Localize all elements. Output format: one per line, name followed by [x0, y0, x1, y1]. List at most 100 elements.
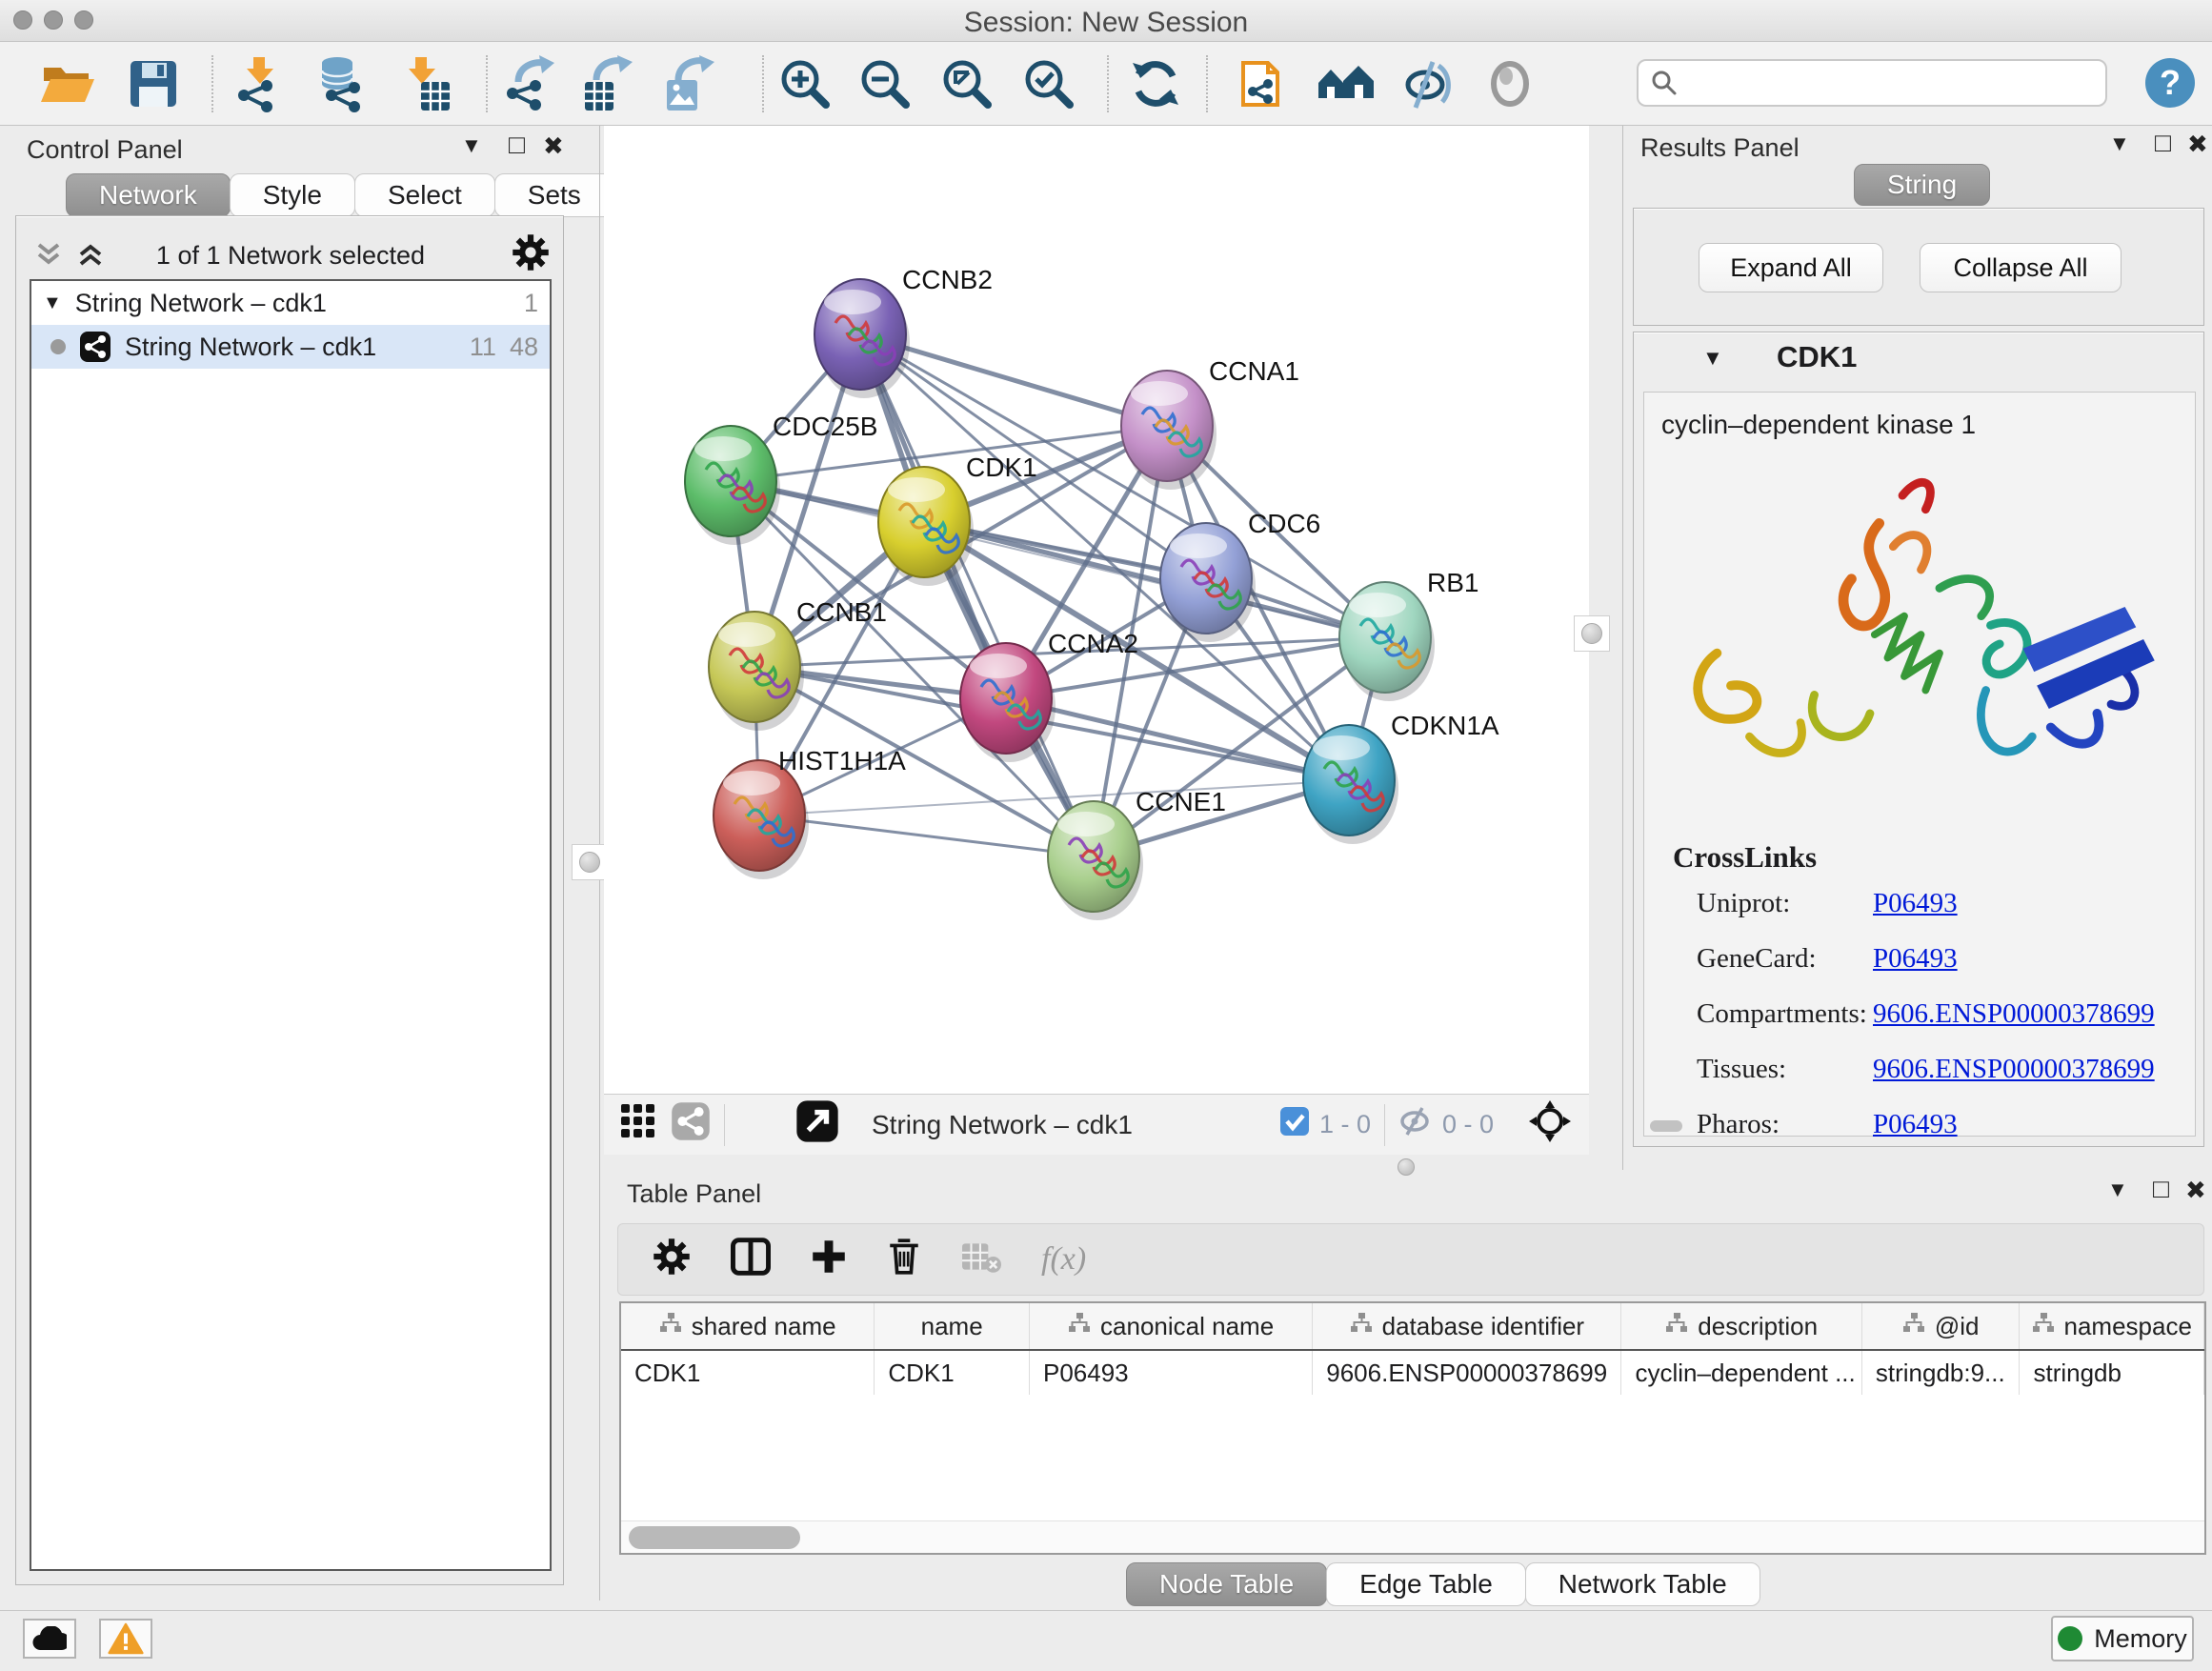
network-node-CCNA2[interactable]: [960, 643, 1056, 762]
export-table-button[interactable]: [577, 53, 640, 114]
network-node-RB1[interactable]: [1339, 582, 1435, 701]
table-cell[interactable]: CDK1: [621, 1351, 875, 1395]
warnings-button[interactable]: [99, 1619, 152, 1659]
import-table-file-button[interactable]: [394, 53, 457, 114]
column-header-namespace[interactable]: namespace: [2020, 1303, 2204, 1349]
grab-dot-icon: [579, 852, 600, 873]
hidden-toggle[interactable]: [1398, 1105, 1435, 1144]
crosslink-link[interactable]: 9606.ENSP00000378699: [1873, 1054, 2155, 1085]
table-cell[interactable]: P06493: [1030, 1351, 1313, 1395]
column-header-@id[interactable]: @id: [1862, 1303, 2021, 1349]
column-header-database-identifier[interactable]: database identifier: [1313, 1303, 1621, 1349]
tab-node-table[interactable]: Node Table: [1126, 1562, 1327, 1606]
delete-table-button[interactable]: [961, 1239, 1001, 1280]
expand-all-button[interactable]: Expand All: [1699, 243, 1883, 292]
table-cell[interactable]: 9606.ENSP00000378699: [1313, 1351, 1621, 1395]
zoom-out-button[interactable]: [854, 53, 916, 114]
delete-column-button[interactable]: [887, 1238, 921, 1282]
edge-CCNB2-CCNE1[interactable]: [860, 334, 1094, 856]
network-node-CDKN1A[interactable]: [1303, 725, 1398, 844]
tab-edge-table[interactable]: Edge Table: [1326, 1562, 1526, 1606]
crosslink-link[interactable]: 9606.ENSP00000378699: [1873, 998, 2155, 1030]
control-panel-float-icon[interactable]: □: [509, 130, 525, 160]
add-column-button[interactable]: [811, 1238, 847, 1281]
control-panel-menu-icon[interactable]: ▼: [461, 133, 482, 158]
table-cell[interactable]: stringdb:9...: [1862, 1351, 2021, 1395]
crosslink-link[interactable]: P06493: [1873, 1109, 1958, 1140]
import-network-file-button[interactable]: [229, 53, 292, 114]
tab-network[interactable]: Network: [66, 173, 231, 217]
network-node-CCNB2[interactable]: [814, 279, 910, 398]
fit-selected-button[interactable]: [1528, 1099, 1572, 1150]
tree-expanded-icon[interactable]: ▼: [43, 292, 62, 314]
scrollbar-thumb[interactable]: [629, 1526, 800, 1549]
network-node-CDK1[interactable]: [878, 467, 974, 586]
collapse-all-button[interactable]: Collapse All: [1920, 243, 2122, 292]
export-image-button[interactable]: [659, 53, 722, 114]
mini-scrollbar[interactable]: [1650, 1120, 1682, 1132]
table-panel-close-icon[interactable]: ✖: [2185, 1176, 2206, 1205]
tab-string[interactable]: String: [1854, 164, 1990, 206]
table-panel-float-icon[interactable]: □: [2153, 1174, 2169, 1204]
control-panel-close-icon[interactable]: ✖: [543, 131, 564, 161]
tab-label: Select: [388, 180, 462, 211]
gray-eye-button[interactable]: [1478, 53, 1541, 114]
node-card-collapse-icon[interactable]: ▼: [1702, 346, 1723, 371]
export-network-button[interactable]: [499, 53, 562, 114]
string-view-button[interactable]: [671, 1101, 711, 1148]
network-graph[interactable]: CCNB2CCNA1CDC25BCDK1CDC6RB1CCNB1CCNA2CDK…: [604, 126, 1589, 1094]
homes-button[interactable]: [1315, 53, 1377, 114]
refresh-button[interactable]: [1124, 53, 1187, 114]
detach-view-button[interactable]: [795, 1099, 839, 1150]
column-header-canonical-name[interactable]: canonical name: [1030, 1303, 1313, 1349]
left-splitter-handle[interactable]: [572, 844, 608, 880]
hide-unhide-button[interactable]: [1397, 53, 1459, 114]
results-panel-menu-icon[interactable]: ▼: [2109, 131, 2130, 156]
search-input[interactable]: [1637, 59, 2107, 107]
network-node-CCNA1[interactable]: [1121, 371, 1217, 490]
network-node-HIST1H1A[interactable]: [714, 760, 809, 879]
automation-status-button[interactable]: [23, 1619, 76, 1659]
zoom-selected-button[interactable]: [1017, 53, 1080, 114]
table-row[interactable]: CDK1CDK1P064939606.ENSP00000378699cyclin…: [621, 1351, 2204, 1395]
save-session-button[interactable]: [122, 53, 185, 114]
edge-HIST1H1A-CCNE1[interactable]: [759, 815, 1094, 856]
results-panel-close-icon[interactable]: ✖: [2187, 130, 2208, 159]
tab-network-table[interactable]: Network Table: [1525, 1562, 1760, 1606]
crosslinks-list: Uniprot:P06493GeneCard:P06493Compartment…: [1697, 888, 2182, 1164]
network-collection-row[interactable]: ▼ String Network – cdk1 1: [31, 281, 550, 325]
table-panel-menu-icon[interactable]: ▼: [2107, 1178, 2128, 1202]
crosslink-link[interactable]: P06493: [1873, 888, 1958, 919]
birds-eye-grid-button[interactable]: [619, 1102, 657, 1147]
table-cell[interactable]: stringdb: [2020, 1351, 2204, 1395]
column-header-shared-name[interactable]: shared name: [621, 1303, 875, 1349]
network-options-gear-icon[interactable]: [512, 233, 550, 278]
open-session-button[interactable]: [36, 53, 99, 114]
table-settings-button[interactable]: [653, 1238, 691, 1282]
function-builder-button[interactable]: f(x): [1041, 1241, 1086, 1278]
zoom-fit-button[interactable]: [935, 53, 998, 114]
crosslink-row: Pharos:P06493: [1697, 1109, 2182, 1140]
memory-button[interactable]: Memory: [2051, 1616, 2194, 1661]
import-network-database-button[interactable]: [311, 53, 373, 114]
tab-sets[interactable]: Sets: [494, 173, 614, 217]
results-panel-float-icon[interactable]: □: [2155, 128, 2171, 158]
help-button[interactable]: ?: [2145, 58, 2195, 108]
tab-select[interactable]: Select: [354, 173, 495, 217]
column-header-description[interactable]: description: [1621, 1303, 1861, 1349]
table-cell[interactable]: cyclin–dependent ...: [1621, 1351, 1861, 1395]
network-node-CCNE1[interactable]: [1048, 801, 1143, 920]
network-node-CCNB1[interactable]: [709, 612, 804, 731]
selected-checkbox[interactable]: [1279, 1106, 1310, 1143]
zoom-in-button[interactable]: [774, 53, 836, 114]
string-import-button[interactable]: [1235, 53, 1297, 114]
horizontal-scrollbar[interactable]: [621, 1520, 2204, 1553]
tab-style[interactable]: Style: [230, 173, 355, 217]
right-splitter-handle[interactable]: [1574, 615, 1610, 652]
show-columns-button[interactable]: [731, 1238, 771, 1282]
network-row[interactable]: String Network – cdk1 11 48: [31, 325, 550, 369]
column-header-name[interactable]: name: [875, 1303, 1030, 1349]
network-node-CDC6[interactable]: [1160, 523, 1256, 642]
table-cell[interactable]: CDK1: [875, 1351, 1030, 1395]
crosslink-link[interactable]: P06493: [1873, 943, 1958, 975]
